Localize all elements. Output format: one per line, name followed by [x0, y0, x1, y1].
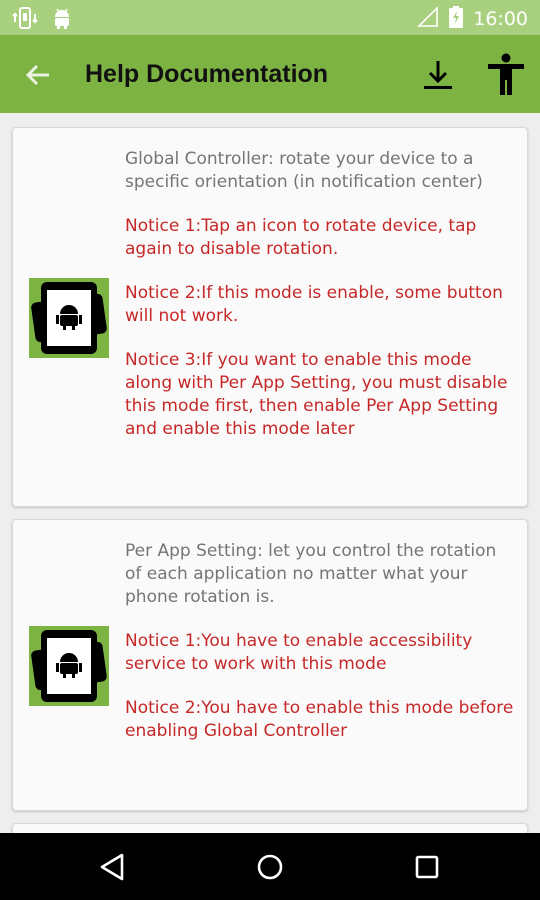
help-card-partial [12, 823, 528, 833]
recents-square-icon[interactable] [410, 850, 444, 884]
notice-text: Notice 2:You have to enable this mode be… [125, 698, 514, 741]
app-bar: Help Documentation [0, 35, 540, 113]
notice-text: Notice 1:You have to enable accessibilit… [125, 631, 473, 674]
card-description: Per App Setting: let you control the rot… [125, 541, 497, 607]
clock-time: 16:00 [473, 8, 528, 30]
page-title: Help Documentation [85, 60, 329, 88]
back-arrow-icon[interactable] [22, 59, 54, 91]
device-rotation-thumbnail [29, 626, 109, 706]
device-rotation-thumbnail [29, 278, 109, 358]
screen-rotation-icon [12, 6, 38, 34]
card-description: Global Controller: rotate your device to… [125, 149, 483, 192]
navigation-bar [0, 833, 540, 900]
notice-text: Notice 1:Tap an icon to rotate device, t… [125, 216, 477, 259]
notice-text: Notice 3:If you want to enable this mode… [125, 350, 508, 439]
signal-icon [417, 6, 439, 32]
home-circle-icon[interactable] [253, 850, 287, 884]
status-bar: 16:00 [0, 0, 540, 35]
help-card-global-controller: Global Controller: rotate your device to… [12, 127, 528, 507]
download-icon[interactable] [420, 57, 456, 93]
battery-charging-icon [449, 6, 464, 32]
notice-text: Notice 2:If this mode is enable, some bu… [125, 283, 503, 326]
help-list[interactable]: Global Controller: rotate your device to… [0, 113, 540, 833]
accessibility-icon[interactable] [486, 53, 526, 95]
help-card-per-app-setting: Per App Setting: let you control the rot… [12, 519, 528, 811]
back-triangle-icon[interactable] [96, 850, 130, 884]
android-icon [52, 7, 72, 33]
